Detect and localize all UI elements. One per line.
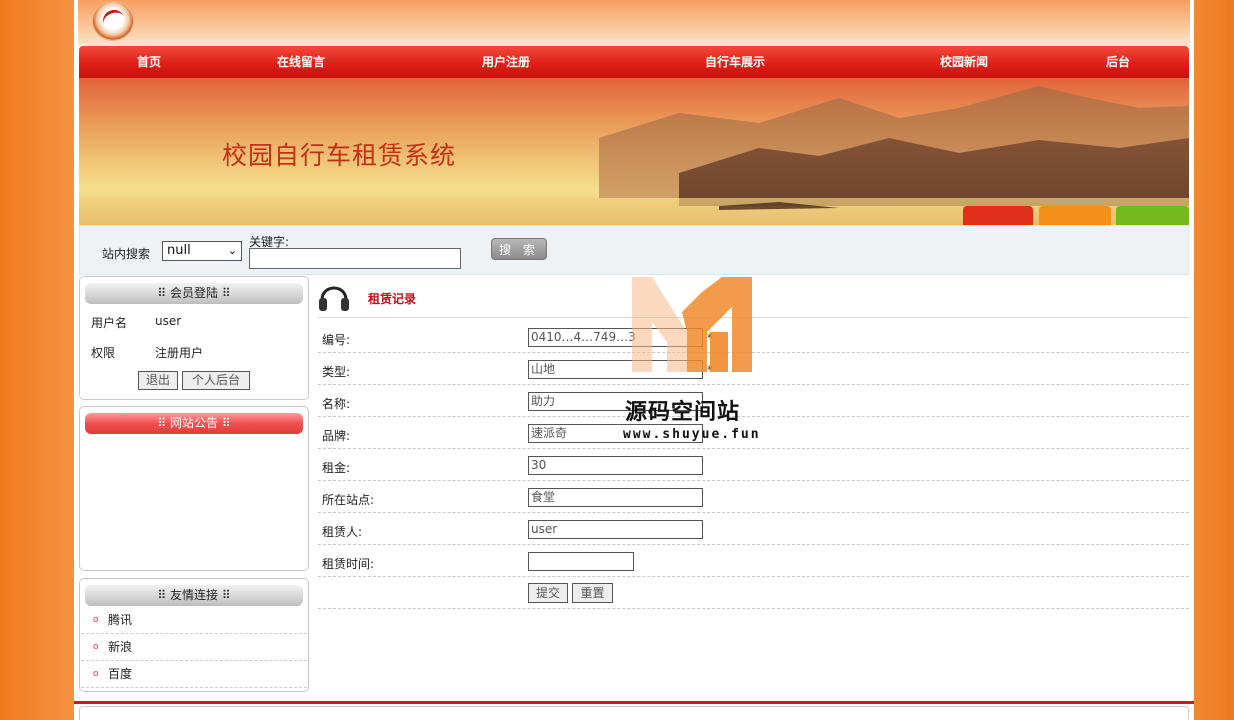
form-row-rent: 租金: 30 [318,449,1189,481]
page: 首页 在线留言 用户注册 自行车展示 校园新闻 后台 校园自行车租赁系统 站内搜… [74,0,1194,720]
top-logo-bar [78,0,1190,46]
search-bar: 站内搜索 null ⌄ 关键字: 搜 索 [79,225,1189,275]
dots-icon: ⠿ [221,588,231,602]
banner-tab-orange [1039,206,1111,225]
footer-divider [74,701,1194,704]
required-mark: * [707,331,713,345]
links-title-text: 友情连接 [169,588,218,602]
form-label: 编号: [322,333,351,347]
nav-campus-news[interactable]: 校园新闻 [940,46,988,78]
logout-button[interactable]: 退出 [138,371,178,390]
login-panel: ⠿ 会员登陆 ⠿ 用户名 user 权限 注册用户 退出 个人后台 [79,276,309,400]
notice-panel-title: ⠿ 网站公告 ⠿ [85,413,303,434]
form-label: 所在站点: [322,493,375,507]
reset-button[interactable]: 重置 [572,583,613,603]
form-label: 租金: [322,461,351,475]
search-label: 站内搜索 [102,247,151,261]
search-category-select[interactable]: null ⌄ [162,241,242,261]
submit-button[interactable]: 提交 [528,583,568,603]
form-label: 品牌: [322,429,351,443]
main-nav: 首页 在线留言 用户注册 自行车展示 校园新闻 后台 [79,46,1189,78]
nav-home[interactable]: 首页 [137,46,161,78]
link-item[interactable]: o 百度 [81,661,307,688]
form-row-renter: 租赁人: user [318,513,1189,545]
login-panel-title: ⠿ 会员登陆 ⠿ [85,283,303,304]
keyword-input[interactable] [249,248,461,269]
dots-icon: ⠿ [157,588,167,602]
form-row-id: 编号: 0410…4…749…3 * [318,321,1189,353]
form-label: 类型: [322,365,351,379]
site-logo [92,1,134,41]
personal-backend-button[interactable]: 个人后台 [182,371,250,390]
search-select-value: null [167,243,191,258]
required-mark: * [707,363,713,377]
bullet-icon: o [93,615,99,625]
title-divider [318,317,1189,318]
form-label: 名称: [322,397,351,411]
rent-field[interactable]: 30 [528,456,703,475]
banner: 校园自行车租赁系统 [79,78,1189,225]
form-row-name: 名称: 助力 [318,385,1189,417]
dots-icon: ⠿ [221,416,231,430]
dots-icon: ⠿ [157,416,167,430]
username-value: user [155,314,182,328]
nav-register[interactable]: 用户注册 [482,46,530,78]
notice-title-text: 网站公告 [169,416,218,430]
station-field[interactable]: 食堂 [528,488,703,507]
link-item[interactable]: o 新浪 [81,634,307,661]
form-row-rent-time: 租赁时间: [318,545,1189,577]
form-row-station: 所在站点: 食堂 [318,481,1189,513]
username-label: 用户名 [91,316,128,330]
role-value: 注册用户 [155,346,204,360]
role-label: 权限 [91,346,116,360]
watermark-title: 源码空间站 [625,400,741,425]
renter-field[interactable]: user [528,520,703,539]
form-label: 租赁人: [322,525,363,539]
links-panel-title: ⠿ 友情连接 ⠿ [85,585,303,606]
nav-admin[interactable]: 后台 [1106,46,1130,78]
watermark-url: www.shuyue.fun [623,427,761,442]
notice-panel: ⠿ 网站公告 ⠿ [79,406,309,571]
footer [79,706,1189,720]
rent-time-field[interactable] [528,552,634,571]
form-title: 租赁记录 [368,292,417,306]
banner-tab-red [963,206,1033,225]
form-row-actions: 提交 重置 [318,577,1189,609]
dots-icon: ⠿ [157,286,167,300]
login-title-text: 会员登陆 [169,286,218,300]
bullet-icon: o [93,669,99,679]
form-row-type: 类型: 山地 * [318,353,1189,385]
links-panel: ⠿ 友情连接 ⠿ o 腾讯 o 新浪 o 百度 [79,578,309,692]
type-field[interactable]: 山地 [528,360,703,379]
nav-message[interactable]: 在线留言 [277,46,325,78]
search-button[interactable]: 搜 索 [491,238,547,260]
dots-icon: ⠿ [221,286,231,300]
form-label: 租赁时间: [322,557,375,571]
chevron-down-icon: ⌄ [227,244,237,257]
bullet-icon: o [93,642,99,652]
id-field[interactable]: 0410…4…749…3 [528,328,703,347]
site-title: 校园自行车租赁系统 [222,141,457,170]
nav-bike-showcase[interactable]: 自行车展示 [705,46,765,78]
banner-tab-green [1116,206,1189,225]
headphones-icon [319,286,349,311]
link-item[interactable]: o 腾讯 [81,607,307,634]
